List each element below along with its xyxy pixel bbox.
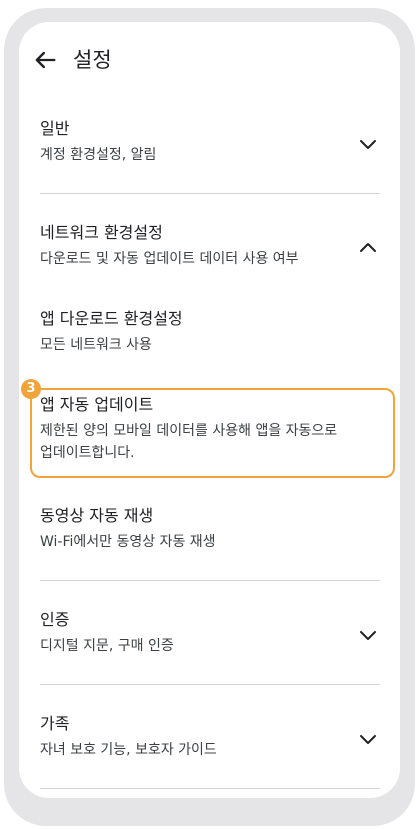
settings-item-subtitle: 모든 네트워크 사용 xyxy=(40,337,152,353)
settings-item-subtitle-line1: 제한된 양의 모바일 데이터를 사용해 앱을 자동으로 xyxy=(40,423,338,439)
settings-item-title: 인증 xyxy=(40,610,70,629)
settings-item-subtitle: Wi-Fi에서만 동영상 자동 재생 xyxy=(40,534,216,550)
divider xyxy=(40,684,380,685)
settings-item-auto-update[interactable]: 앱 자동 업데이트 제한된 양의 모바일 데이터를 사용해 앱을 자동으로 업데… xyxy=(40,394,380,464)
settings-item-subtitle: 자녀 보호 기능, 보호자 가이드 xyxy=(40,742,217,758)
settings-item-video-autoplay[interactable]: 동영상 자동 재생 Wi-Fi에서만 동영상 자동 재생 xyxy=(40,505,380,553)
settings-item-title: 네트워크 환경설정 xyxy=(40,223,163,242)
arrow-left-icon[interactable] xyxy=(31,46,59,74)
settings-item-subtitle-line2: 업데이트합니다. xyxy=(40,445,135,461)
settings-item-subtitle: 계정 환경설정, 알림 xyxy=(40,147,157,163)
settings-item-title: 일반 xyxy=(40,119,70,138)
page-title: 설정 xyxy=(73,48,112,72)
phone-frame: 설정 일반 계정 환경설정, 알림 네트워크 환경설정 다운로드 및 자동 업데… xyxy=(4,8,415,826)
settings-item-title: 앱 자동 업데이트 xyxy=(40,395,154,414)
settings-item-family[interactable]: 가족 자녀 보호 기능, 보호자 가이드 xyxy=(40,713,380,761)
settings-item-title: 앱 다운로드 환경설정 xyxy=(40,309,183,328)
step-number-badge: 3 xyxy=(21,379,41,399)
divider xyxy=(40,788,380,789)
divider xyxy=(40,580,380,581)
settings-item-general[interactable]: 일반 계정 환경설정, 알림 xyxy=(40,118,380,166)
settings-item-authentication[interactable]: 인증 디지털 지문, 구매 인증 xyxy=(40,609,380,657)
settings-screen: 설정 일반 계정 환경설정, 알림 네트워크 환경설정 다운로드 및 자동 업데… xyxy=(19,22,400,798)
settings-item-subtitle: 다운로드 및 자동 업데이트 데이터 사용 여부 xyxy=(40,251,299,267)
settings-item-title: 가족 xyxy=(40,714,70,733)
chevron-down-icon[interactable] xyxy=(356,727,380,751)
chevron-up-icon[interactable] xyxy=(356,236,380,260)
settings-item-subtitle: 디지털 지문, 구매 인증 xyxy=(40,638,174,654)
app-bar: 설정 xyxy=(19,22,400,102)
chevron-down-icon[interactable] xyxy=(356,132,380,156)
settings-item-title: 동영상 자동 재생 xyxy=(40,506,154,525)
divider xyxy=(40,193,380,194)
settings-item-network[interactable]: 네트워크 환경설정 다운로드 및 자동 업데이트 데이터 사용 여부 xyxy=(40,222,380,270)
settings-item-app-download[interactable]: 앱 다운로드 환경설정 모든 네트워크 사용 xyxy=(40,308,380,356)
chevron-down-icon[interactable] xyxy=(356,623,380,647)
